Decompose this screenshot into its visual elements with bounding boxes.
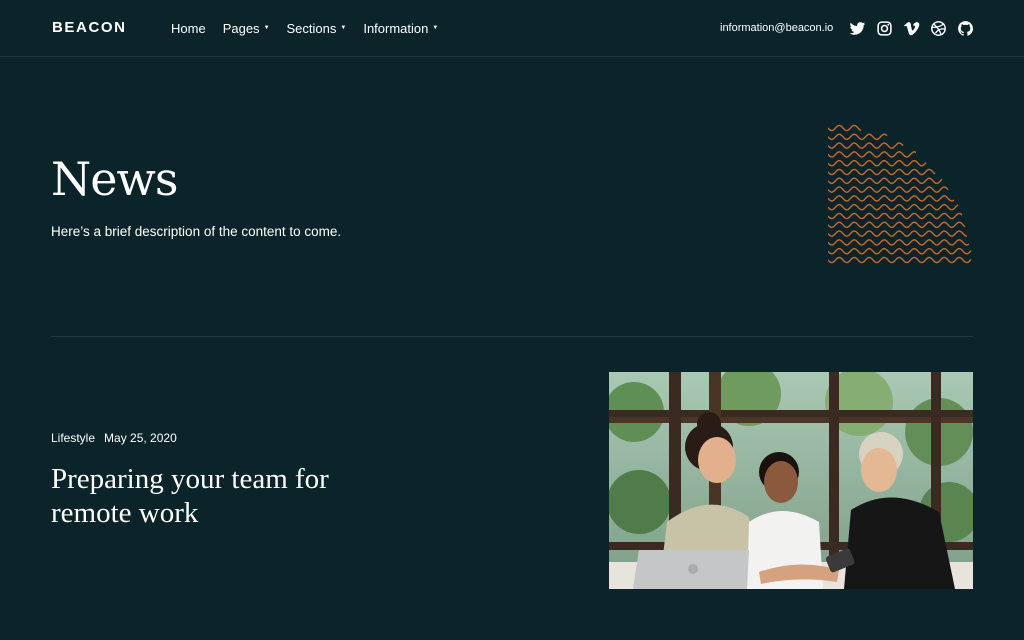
nav-item-information[interactable]: Information ▼ [363, 20, 438, 37]
wave-line [828, 230, 968, 237]
github-icon[interactable] [957, 20, 974, 37]
wave-line [828, 256, 972, 264]
section-divider [51, 336, 973, 337]
nav-item-label: Sections [286, 21, 337, 36]
dribbble-icon[interactable] [930, 20, 947, 37]
nav-item-home[interactable]: Home [171, 20, 206, 37]
wave-line [828, 159, 927, 167]
twitter-icon[interactable] [849, 20, 866, 37]
page-description: Here’s a brief description of the conten… [51, 224, 342, 239]
top-navbar: BEACON Home Pages ▼ Sections ▼ Informati… [0, 0, 1024, 57]
wave-line [828, 177, 943, 185]
wave-line [828, 186, 949, 193]
wave-line [828, 212, 963, 220]
nav-item-label: Home [171, 21, 206, 36]
caret-down-icon: ▼ [263, 25, 270, 31]
wave-line [828, 151, 917, 158]
post-category-link[interactable]: Lifestyle [51, 431, 95, 446]
brand-logo[interactable]: BEACON [52, 19, 127, 37]
post-meta: Lifestyle May 25, 2020 [51, 431, 177, 446]
post-title-link[interactable]: Preparing your team for remote work [51, 462, 411, 530]
page-title: News [51, 152, 178, 206]
wave-line [828, 221, 966, 229]
nav-item-label: Pages [222, 21, 260, 36]
social-links [849, 20, 974, 37]
wave-line [828, 142, 904, 149]
nav-item-sections[interactable]: Sections ▼ [287, 20, 347, 37]
caret-down-icon: ▼ [340, 25, 347, 31]
wave-line [828, 247, 972, 255]
wave-line [828, 239, 970, 246]
instagram-icon[interactable] [876, 20, 893, 37]
caret-down-icon: ▼ [432, 25, 439, 31]
contact-email-link[interactable]: information@beacon.io [720, 21, 833, 36]
nav-item-pages[interactable]: Pages ▼ [223, 20, 270, 37]
vimeo-icon[interactable] [903, 20, 920, 37]
post-image[interactable] [609, 372, 973, 589]
post-date: May 25, 2020 [104, 431, 177, 445]
wave-line [828, 195, 955, 202]
wave-line [828, 203, 959, 211]
wave-line [828, 168, 936, 176]
main-menu: Home Pages ▼ Sections ▼ Information ▼ [171, 20, 438, 37]
wave-line [828, 124, 862, 132]
wave-line [828, 133, 888, 141]
wave-pattern-decoration [828, 124, 972, 264]
nav-item-label: Information [363, 21, 429, 36]
